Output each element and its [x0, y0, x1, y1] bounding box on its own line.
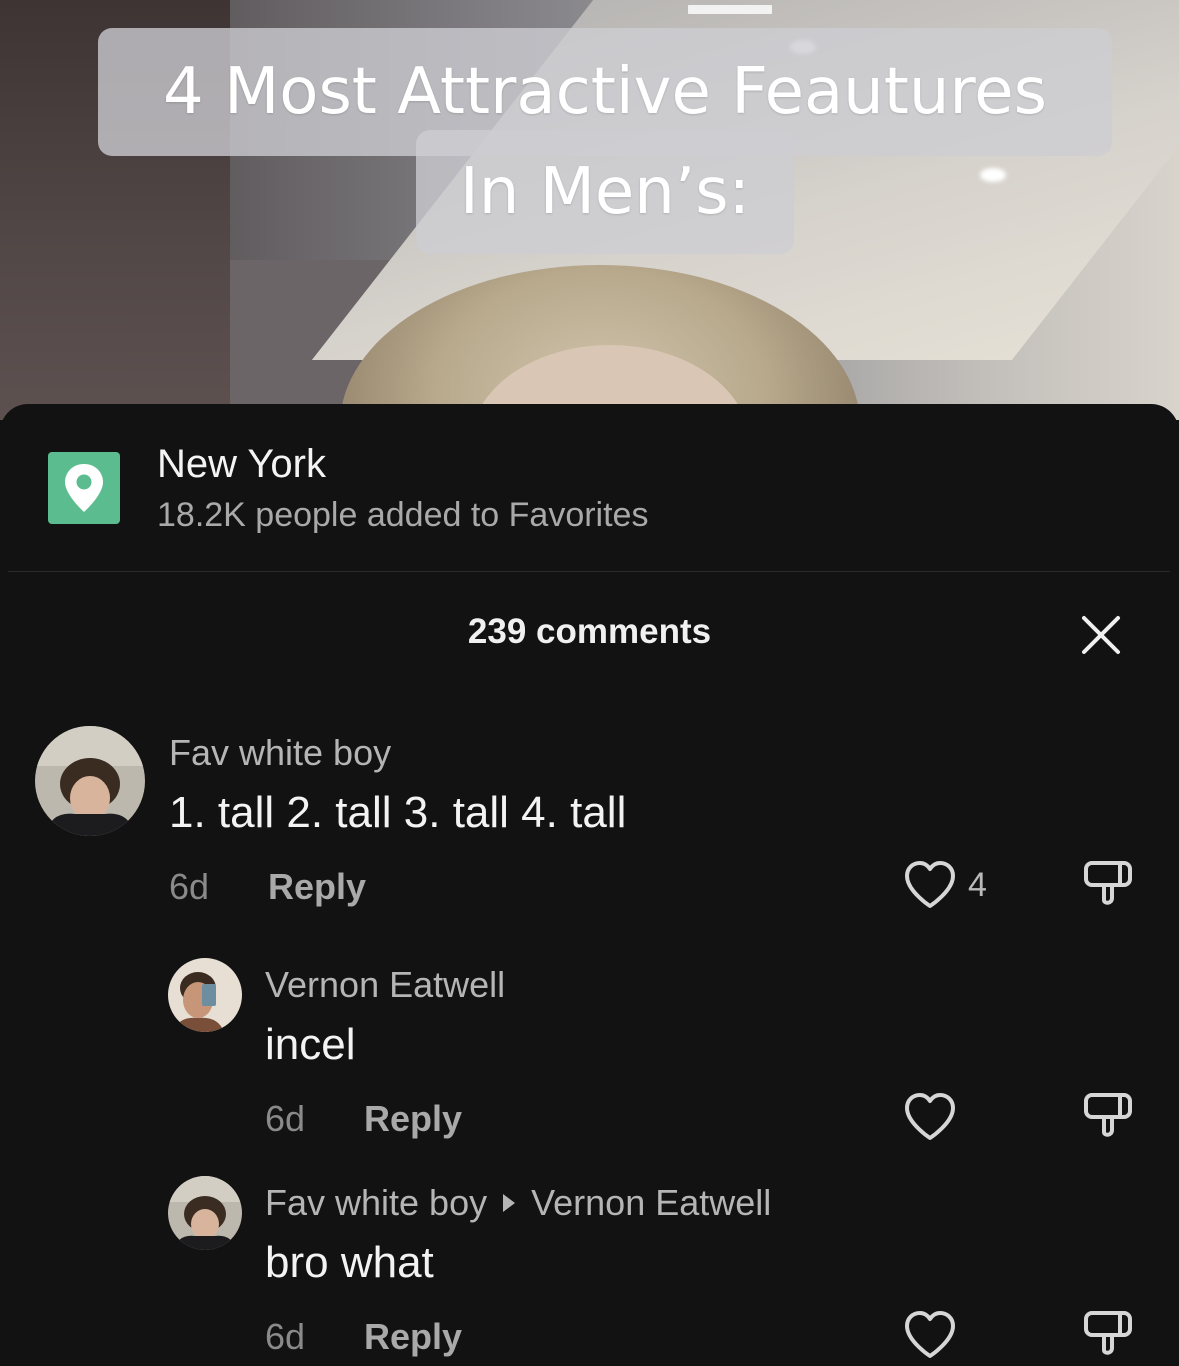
comment-author[interactable]: Fav white boy Vernon Eatwell	[265, 1182, 771, 1224]
heart-icon[interactable]	[903, 1092, 957, 1142]
reply-button[interactable]: Reply	[364, 1098, 462, 1140]
reply-to-name[interactable]: Vernon Eatwell	[531, 1182, 771, 1223]
comment-time: 6d	[169, 866, 210, 907]
divider	[8, 571, 1170, 572]
dislike-icon[interactable]	[1082, 1308, 1134, 1360]
like-count: 4	[968, 866, 987, 904]
location-favorites-count: 18.2K people added to Favorites	[157, 496, 649, 534]
comments-count-title: 239 comments	[467, 612, 712, 651]
comment-text: 1. tall 2. tall 3. tall 4. tall	[169, 788, 627, 837]
reply-button[interactable]: Reply	[268, 866, 366, 908]
location-title[interactable]: New York	[157, 442, 326, 487]
comment-text: incel	[265, 1020, 356, 1069]
heart-icon[interactable]	[903, 1310, 957, 1360]
dislike-icon[interactable]	[1082, 858, 1134, 910]
ceiling-light	[980, 168, 1006, 182]
comments-sheet: New York 18.2K people added to Favorites…	[0, 404, 1179, 1366]
comment-text: bro what	[265, 1238, 434, 1287]
heart-icon[interactable]	[903, 860, 957, 910]
reply-arrow-icon	[503, 1194, 516, 1213]
comment-time: 6d	[265, 1098, 306, 1139]
dislike-icon[interactable]	[1082, 1090, 1134, 1142]
comment-author[interactable]: Fav white boy	[169, 732, 391, 774]
close-icon[interactable]	[1078, 612, 1124, 658]
avatar[interactable]	[168, 958, 242, 1032]
drag-handle[interactable]	[688, 5, 772, 14]
comment-time: 6d	[265, 1316, 306, 1357]
comment-author[interactable]: Vernon Eatwell	[265, 964, 505, 1006]
avatar[interactable]	[35, 726, 145, 836]
video-player[interactable]: 4 Most Attractive Feautures In Men’s:	[0, 0, 1179, 420]
comment-author-name[interactable]: Fav white boy	[265, 1182, 487, 1223]
video-caption-line-2: In Men’s:	[416, 130, 794, 254]
location-pin-icon[interactable]	[48, 452, 120, 524]
reply-button[interactable]: Reply	[364, 1316, 462, 1358]
avatar[interactable]	[168, 1176, 242, 1250]
